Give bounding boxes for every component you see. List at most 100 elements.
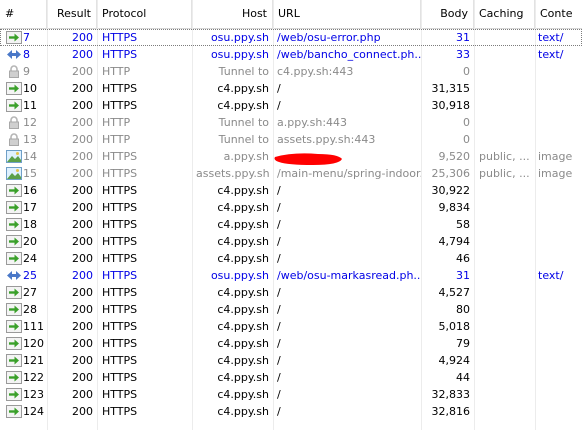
host-cell: osu.ppy.sh	[210, 48, 269, 61]
session-row-15[interactable]: 15 200 HTTPS assets.ppy.sh /main-menu/sp…	[0, 165, 582, 182]
content-type-cell	[535, 97, 582, 114]
body-size-cell: 32,816	[431, 405, 471, 418]
session-row-24[interactable]: 24 200 HTTPS c4.ppy.sh / 46	[0, 250, 582, 267]
protocol-cell: HTTP	[102, 116, 131, 129]
sessions-list[interactable]: # Result Protocol Host URL Body Caching …	[0, 0, 582, 430]
session-row-25[interactable]: 25 200 HTTPS osu.ppy.sh /web/osu-markasr…	[0, 267, 582, 284]
content-type-cell: image	[538, 167, 573, 180]
host-cell: c4.ppy.sh	[217, 99, 269, 112]
session-row-9[interactable]: 9 200 HTTP Tunnel to c4.ppy.sh:443 0	[0, 63, 582, 80]
caching-cell	[474, 386, 535, 403]
url-cell: /main-menu/spring-indoor...	[277, 167, 421, 180]
url-cell: /	[277, 405, 281, 418]
body-size-cell: 4,924	[438, 354, 471, 367]
url-cell: /	[277, 252, 281, 265]
host-cell: c4.ppy.sh	[217, 252, 269, 265]
protocol-cell: HTTPS	[102, 99, 138, 112]
url-cell: /web/osu-markasread.ph...	[277, 269, 421, 282]
url-cell: /web/bancho_connect.ph...	[277, 48, 421, 61]
protocol-cell: HTTPS	[102, 218, 138, 231]
result-code: 200	[72, 320, 93, 333]
caching-cell	[474, 352, 535, 369]
green-arrow-icon	[6, 303, 22, 316]
session-row-7[interactable]: 7 200 HTTPS osu.ppy.sh /web/osu-error.ph…	[0, 29, 582, 46]
column-header-protocol[interactable]: Protocol	[97, 0, 192, 28]
result-code: 200	[72, 269, 93, 282]
result-code: 200	[72, 31, 93, 44]
session-row-10[interactable]: 10 200 HTTPS c4.ppy.sh / 31,315	[0, 80, 582, 97]
caching-cell	[474, 199, 535, 216]
body-size-cell: 5,018	[438, 320, 471, 333]
session-row-16[interactable]: 16 200 HTTPS c4.ppy.sh / 30,922	[0, 182, 582, 199]
body-size-cell: 30,918	[431, 99, 471, 112]
body-size-cell: 0	[463, 116, 470, 129]
caching-cell	[474, 216, 535, 233]
session-row-27[interactable]: 27 200 HTTPS c4.ppy.sh / 4,527	[0, 284, 582, 301]
host-cell: c4.ppy.sh	[217, 303, 269, 316]
caching-cell	[474, 80, 535, 97]
session-row-13[interactable]: 13 200 HTTP Tunnel to assets.ppy.sh:443 …	[0, 131, 582, 148]
content-type-cell	[535, 250, 582, 267]
content-type-cell: image	[538, 150, 573, 163]
green-arrow-icon	[6, 405, 22, 418]
green-arrow-icon	[6, 337, 22, 350]
result-code: 200	[72, 65, 93, 78]
body-size-cell: 0	[463, 133, 470, 146]
session-row-121[interactable]: 121 200 HTTPS c4.ppy.sh / 4,924	[0, 352, 582, 369]
content-type-cell: text/	[538, 48, 564, 61]
column-header-body[interactable]: Body	[421, 0, 474, 28]
session-row-12[interactable]: 12 200 HTTP Tunnel to a.ppy.sh:443 0	[0, 114, 582, 131]
content-type-cell	[535, 216, 582, 233]
result-code: 200	[72, 303, 93, 316]
session-row-122[interactable]: 122 200 HTTPS c4.ppy.sh / 44	[0, 369, 582, 386]
session-row-123[interactable]: 123 200 HTTPS c4.ppy.sh / 32,833	[0, 386, 582, 403]
session-row-8[interactable]: 8 200 HTTPS osu.ppy.sh /web/bancho_conne…	[0, 46, 582, 63]
result-code: 200	[72, 82, 93, 95]
caching-cell	[474, 131, 535, 148]
result-code: 200	[72, 167, 93, 180]
column-header-num[interactable]: #	[0, 0, 47, 28]
column-header-url[interactable]: URL	[273, 0, 421, 28]
body-size-cell: 79	[456, 337, 470, 350]
protocol-cell: HTTPS	[102, 167, 138, 180]
host-cell: c4.ppy.sh	[217, 388, 269, 401]
host-cell: osu.ppy.sh	[210, 269, 269, 282]
session-row-111[interactable]: 111 200 HTTPS c4.ppy.sh / 5,018	[0, 318, 582, 335]
caching-cell	[474, 233, 535, 250]
body-size-cell: 80	[456, 303, 470, 316]
session-row-20[interactable]: 20 200 HTTPS c4.ppy.sh / 4,794	[0, 233, 582, 250]
session-row-11[interactable]: 11 200 HTTPS c4.ppy.sh / 30,918	[0, 97, 582, 114]
session-row-17[interactable]: 17 200 HTTPS c4.ppy.sh / 9,834	[0, 199, 582, 216]
result-code: 200	[72, 133, 93, 146]
host-cell: c4.ppy.sh	[217, 201, 269, 214]
column-header-caching[interactable]: Caching	[474, 0, 535, 28]
url-cell: /	[277, 201, 281, 214]
column-header-host[interactable]: Host	[192, 0, 273, 28]
body-size-cell: 44	[456, 371, 470, 384]
column-header-content-type[interactable]: Conte	[535, 0, 582, 28]
url-cell: /	[277, 388, 281, 401]
caching-cell	[474, 267, 535, 284]
content-type-cell	[535, 386, 582, 403]
host-cell: c4.ppy.sh	[217, 354, 269, 367]
protocol-cell: HTTP	[102, 133, 131, 146]
content-type-cell	[535, 301, 582, 318]
url-cell: /web/osu-error.php	[277, 31, 381, 44]
content-type-cell	[535, 63, 582, 80]
content-type-cell	[535, 233, 582, 250]
session-row-18[interactable]: 18 200 HTTPS c4.ppy.sh / 58	[0, 216, 582, 233]
result-code: 200	[72, 405, 93, 418]
session-row-120[interactable]: 120 200 HTTPS c4.ppy.sh / 79	[0, 335, 582, 352]
url-cell: /	[277, 235, 281, 248]
host-cell: a.ppy.sh	[223, 150, 269, 163]
body-size-cell: 31	[456, 269, 470, 282]
session-row-124[interactable]: 124 200 HTTPS c4.ppy.sh / 32,816	[0, 403, 582, 420]
result-code: 200	[72, 354, 93, 367]
protocol-cell: HTTPS	[102, 269, 138, 282]
column-header-result[interactable]: Result	[47, 0, 97, 28]
caching-cell	[474, 29, 535, 46]
session-row-28[interactable]: 28 200 HTTPS c4.ppy.sh / 80	[0, 301, 582, 318]
protocol-cell: HTTPS	[102, 354, 138, 367]
result-code: 200	[72, 235, 93, 248]
green-arrow-icon	[6, 184, 22, 197]
